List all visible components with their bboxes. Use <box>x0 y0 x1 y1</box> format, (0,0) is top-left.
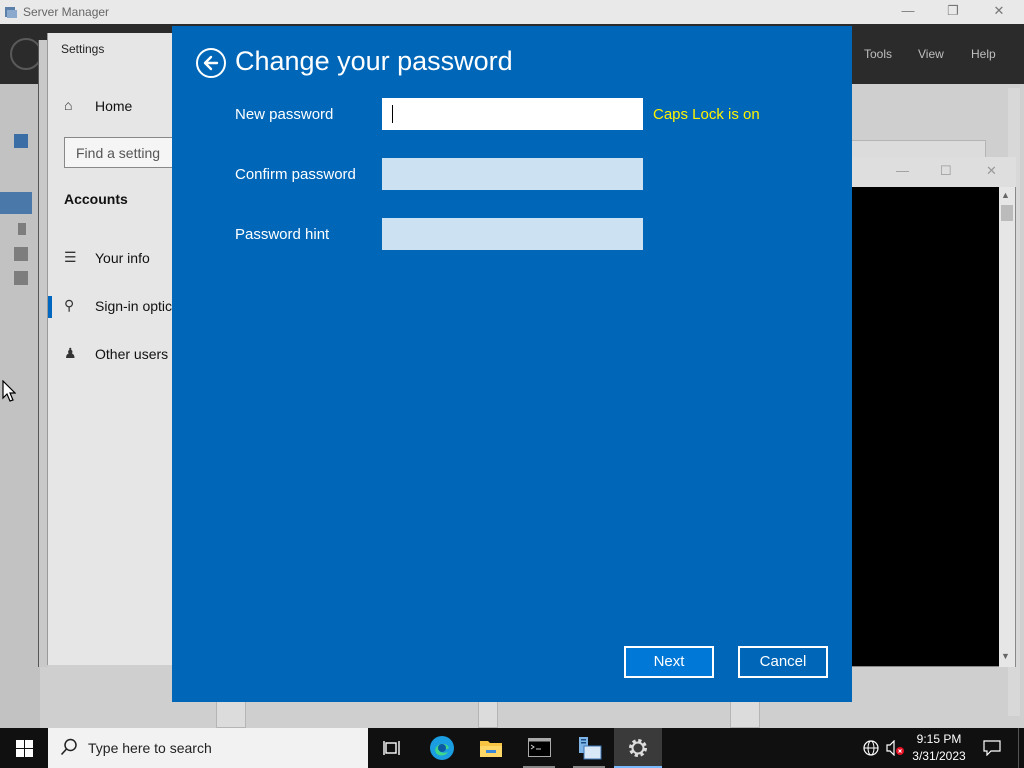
taskbar-search-placeholder: Type here to search <box>88 740 212 756</box>
settings-search-placeholder: Find a setting <box>76 145 161 161</box>
taskbar: Type here to search 9:15 PM 3/31/2023 <box>0 728 1024 768</box>
servers-icon[interactable] <box>14 247 28 261</box>
search-icon <box>60 738 77 756</box>
settings-item-label: Sign-in optic <box>95 298 173 314</box>
terminal-icon <box>528 738 551 757</box>
caps-lock-warning: Caps Lock is on <box>653 106 760 123</box>
dialog-title: Change your password <box>235 46 513 76</box>
notification-icon <box>983 740 1001 756</box>
console-window <box>850 157 1016 667</box>
close-button[interactable]: ✕ <box>976 0 1022 24</box>
edge-icon <box>430 736 454 760</box>
globe-icon <box>863 740 879 756</box>
console-close-button[interactable]: ✕ <box>986 163 997 179</box>
taskbar-date[interactable]: 3/31/2023 <box>908 749 970 763</box>
settings-search-input[interactable]: Find a setting <box>64 137 176 168</box>
next-button[interactable]: Next <box>624 646 714 678</box>
menu-view[interactable]: View <box>918 47 944 61</box>
windows-logo-icon <box>16 740 33 757</box>
start-button[interactable] <box>0 728 48 768</box>
settings-item-other-users[interactable]: ♟ Other users <box>64 344 174 366</box>
volume-muted-icon <box>886 740 904 756</box>
taskbar-command-prompt[interactable] <box>515 728 563 768</box>
sm-panel <box>216 700 246 728</box>
confirm-password-label: Confirm password <box>235 166 356 183</box>
cancel-button[interactable]: Cancel <box>738 646 828 678</box>
settings-item-label: Your info <box>95 250 150 266</box>
scroll-down-icon[interactable]: ▼ <box>1001 651 1010 661</box>
settings-item-label: Other users <box>95 346 169 362</box>
person-add-icon: ♟ <box>64 344 77 361</box>
server-manager-nav <box>0 84 40 728</box>
folder-icon <box>480 741 502 757</box>
task-view-icon <box>383 741 400 755</box>
settings-selected-indicator <box>48 296 52 318</box>
server-manager-title: Server Manager <box>23 5 110 19</box>
back-arrow-icon <box>203 55 219 71</box>
menu-tools[interactable]: Tools <box>864 47 892 61</box>
back-button[interactable] <box>196 48 226 78</box>
network-tray[interactable] <box>860 728 882 768</box>
volume-tray[interactable] <box>884 728 906 768</box>
settings-home-label: Home <box>95 98 133 114</box>
settings-title: Settings <box>61 42 105 56</box>
gear-icon <box>629 739 647 757</box>
console-maximize-button[interactable]: ☐ <box>940 163 952 179</box>
text-caret <box>392 105 393 123</box>
roles-icon[interactable] <box>14 271 28 285</box>
sm-panel <box>478 700 498 728</box>
taskbar-time[interactable]: 9:15 PM <box>912 732 966 746</box>
console-titlebar: — ☐ ✕ <box>850 157 1016 187</box>
new-password-label: New password <box>235 106 334 123</box>
scroll-up-icon[interactable]: ▲ <box>1001 190 1010 200</box>
server-manager-icon <box>579 737 602 760</box>
confirm-password-input[interactable] <box>382 158 643 190</box>
console-minimize-button[interactable]: — <box>896 163 909 178</box>
menu-help[interactable]: Help <box>971 47 996 61</box>
console-scrollbar[interactable]: ▲ ▼ <box>999 187 1015 667</box>
dashboard-icon[interactable] <box>14 134 28 148</box>
task-view-button[interactable] <box>368 728 416 768</box>
home-icon: ⌂ <box>64 97 73 114</box>
sm-panel <box>730 700 760 728</box>
settings-item-your-info[interactable]: ☰ Your info <box>64 248 174 270</box>
taskbar-edge[interactable] <box>418 728 466 768</box>
person-card-icon: ☰ <box>64 248 77 265</box>
scroll-thumb[interactable] <box>1001 205 1013 221</box>
password-hint-input[interactable] <box>382 218 643 250</box>
show-desktop-button[interactable] <box>1018 728 1024 768</box>
settings-home[interactable]: ⌂ Home <box>64 96 132 118</box>
key-icon: ⚲ <box>64 296 75 313</box>
restore-button[interactable]: ❐ <box>930 0 976 24</box>
password-hint-label: Password hint <box>235 226 330 243</box>
nav-selected-indicator <box>0 192 32 214</box>
action-center-button[interactable] <box>980 728 1004 768</box>
taskbar-settings[interactable] <box>614 728 662 768</box>
server-manager-icon <box>5 7 17 18</box>
taskbar-file-explorer[interactable] <box>467 728 515 768</box>
settings-section-title: Accounts <box>64 191 128 207</box>
server-icon[interactable] <box>18 223 26 235</box>
taskbar-search-box[interactable]: Type here to search <box>48 728 368 768</box>
settings-item-sign-in-options[interactable]: ⚲ Sign-in optic <box>64 296 174 318</box>
taskbar-server-manager[interactable] <box>565 728 613 768</box>
server-manager-titlebar: Server Manager — ❐ ✕ <box>0 0 1024 24</box>
minimize-button[interactable]: — <box>885 0 931 24</box>
new-password-input[interactable] <box>382 98 643 130</box>
mouse-pointer-icon <box>2 380 16 402</box>
